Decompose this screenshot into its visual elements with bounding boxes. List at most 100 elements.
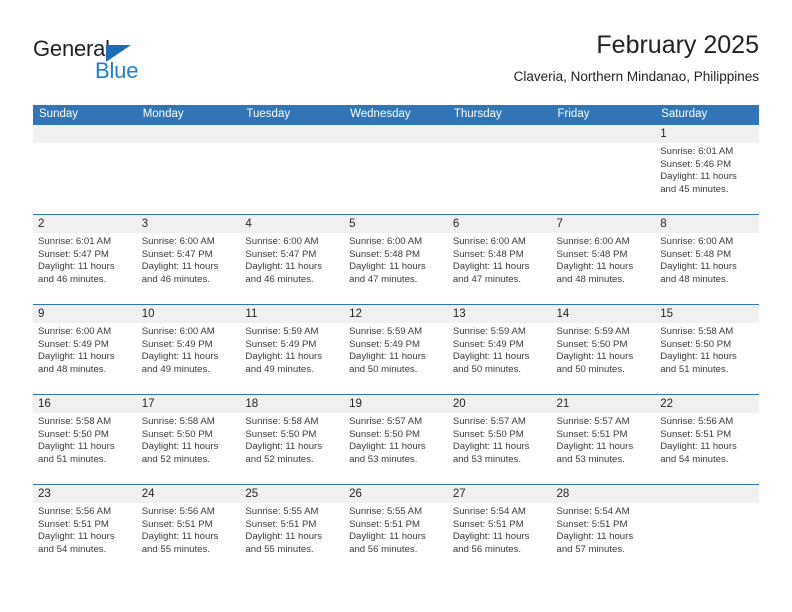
day-cell-details [344, 143, 448, 146]
day-cell-inner: 16 Sunrise: 5:58 AM Sunset: 5:50 PM Dayligh… [33, 395, 137, 484]
day-number: 15 [655, 305, 759, 323]
sunset-text: Sunset: 5:51 PM [38, 518, 109, 530]
calendar-body: 1 Sunrise: 6:01 AM Sunset: 5:46 PM Daylight… [33, 124, 759, 575]
sunset-text: Sunset: 5:51 PM [349, 518, 421, 530]
day-cell-inner: 3 Sunrise: 6:00 AM Sunset: 5:47 PM Daylight… [136, 215, 241, 304]
daylight-text: Daylight: 11 hours and 46 minutes. [38, 261, 115, 285]
daylight-text: Daylight: 11 hours and 53 minutes. [452, 441, 530, 465]
day-cell-inner: 4 Sunrise: 6:00 AM Sunset: 5:47 PM Daylight… [240, 215, 345, 304]
daylight-text: Daylight: 11 hours and 51 minutes. [38, 441, 115, 465]
calendar-day-cell[interactable]: 6 Sunrise: 6:00 AM Sunset: 5:48 PM Daylight… [447, 214, 552, 305]
day-number: 2 [33, 215, 137, 233]
sunset-text: Sunset: 5:48 PM [556, 248, 628, 260]
sunset-text: Sunset: 5:49 PM [38, 338, 109, 350]
general-blue-logo[interactable]: General Blue [33, 36, 253, 92]
calendar-day-cell[interactable]: 21 Sunrise: 5:57 AM Sunset: 5:51 PM Dayligh… [551, 394, 656, 485]
day-cell-inner: 19 Sunrise: 5:57 AM Sunset: 5:50 PM Dayligh… [344, 395, 448, 484]
calendar-day-cell-empty [136, 124, 241, 215]
day-number: 26 [344, 485, 448, 503]
day-cell-details: Sunrise: 5:54 AM Sunset: 5:51 PM Daylight:… [448, 503, 552, 556]
daylight-text: Daylight: 11 hours and 47 minutes. [452, 261, 530, 285]
calendar-day-cell[interactable]: 10 Sunrise: 6:00 AM Sunset: 5:49 PM Dayligh… [136, 304, 241, 395]
day-cell-details [448, 143, 552, 146]
logo-text-blue: Blue [95, 58, 139, 83]
calendar-day-cell[interactable]: 22 Sunrise: 5:56 AM Sunset: 5:51 PM Dayligh… [655, 394, 759, 485]
calendar-day-cell[interactable]: 25 Sunrise: 5:55 AM Sunset: 5:51 PM Dayligh… [240, 484, 345, 575]
calendar-week-row: 23 Sunrise: 5:56 AM Sunset: 5:51 PM Dayligh… [33, 484, 759, 575]
day-number: 11 [240, 305, 345, 323]
page-header: General Blue February 2025 Claveria, Nor… [33, 28, 759, 94]
page-subtitle: Claveria, Northern Mindanao, Philippines [513, 69, 759, 84]
daylight-text: Daylight: 11 hours and 55 minutes. [141, 531, 219, 555]
daylight-text: Daylight: 11 hours and 56 minutes. [349, 531, 426, 555]
day-cell-inner [551, 125, 656, 214]
day-number [447, 125, 552, 143]
sunrise-text: Sunrise: 5:56 AM [141, 506, 215, 517]
day-cell-inner: 25 Sunrise: 5:55 AM Sunset: 5:51 PM Dayligh… [240, 485, 345, 575]
calendar-day-cell[interactable]: 17 Sunrise: 5:58 AM Sunset: 5:50 PM Dayligh… [136, 394, 241, 485]
calendar-day-cell-empty [551, 124, 656, 215]
calendar-day-cell[interactable]: 27 Sunrise: 5:54 AM Sunset: 5:51 PM Dayligh… [447, 484, 552, 575]
calendar-day-cell[interactable]: 28 Sunrise: 5:54 AM Sunset: 5:51 PM Dayligh… [551, 484, 656, 575]
day-cell-details: Sunrise: 5:58 AM Sunset: 5:50 PM Daylight:… [137, 413, 241, 466]
day-number: 1 [655, 125, 759, 143]
calendar-day-cell[interactable]: 14 Sunrise: 5:59 AM Sunset: 5:50 PM Dayligh… [551, 304, 656, 395]
calendar-day-cell[interactable]: 9 Sunrise: 6:00 AM Sunset: 5:49 PM Daylight… [33, 304, 137, 395]
calendar-day-cell[interactable]: 7 Sunrise: 6:00 AM Sunset: 5:48 PM Daylight… [551, 214, 656, 305]
daylight-text: Daylight: 11 hours and 48 minutes. [660, 261, 737, 285]
day-number: 16 [33, 395, 137, 413]
daylight-text: Daylight: 11 hours and 53 minutes. [556, 441, 634, 465]
calendar-day-cell[interactable]: 13 Sunrise: 5:59 AM Sunset: 5:49 PM Dayligh… [447, 304, 552, 395]
day-cell-inner: 2 Sunrise: 6:01 AM Sunset: 5:47 PM Daylight… [33, 215, 137, 304]
daylight-text: Daylight: 11 hours and 45 minutes. [660, 171, 737, 195]
day-number: 8 [655, 215, 759, 233]
weekday-header-row: Sunday Monday Tuesday Wednesday Thursday… [33, 105, 759, 125]
calendar-week-row: 1 Sunrise: 6:01 AM Sunset: 5:46 PM Daylight… [33, 124, 759, 215]
day-number: 20 [447, 395, 552, 413]
calendar-day-cell[interactable]: 24 Sunrise: 5:56 AM Sunset: 5:51 PM Dayligh… [136, 484, 241, 575]
daylight-text: Daylight: 11 hours and 46 minutes. [141, 261, 219, 285]
day-cell-inner: 10 Sunrise: 6:00 AM Sunset: 5:49 PM Dayligh… [136, 305, 241, 394]
day-cell-inner [240, 125, 345, 214]
calendar-day-cell[interactable]: 8 Sunrise: 6:00 AM Sunset: 5:48 PM Daylight… [655, 214, 759, 305]
day-cell-details: Sunrise: 5:54 AM Sunset: 5:51 PM Daylight:… [552, 503, 656, 556]
day-cell-inner: 21 Sunrise: 5:57 AM Sunset: 5:51 PM Dayligh… [551, 395, 656, 484]
calendar-day-cell[interactable]: 26 Sunrise: 5:55 AM Sunset: 5:51 PM Dayligh… [344, 484, 448, 575]
calendar-day-cell[interactable]: 16 Sunrise: 5:58 AM Sunset: 5:50 PM Dayligh… [33, 394, 137, 485]
day-number: 5 [344, 215, 448, 233]
day-number: 17 [136, 395, 241, 413]
day-number: 19 [344, 395, 448, 413]
calendar-day-cell[interactable]: 18 Sunrise: 5:58 AM Sunset: 5:50 PM Dayligh… [240, 394, 345, 485]
day-number: 10 [136, 305, 241, 323]
calendar-day-cell[interactable]: 11 Sunrise: 5:59 AM Sunset: 5:49 PM Dayligh… [240, 304, 345, 395]
day-cell-inner: 12 Sunrise: 5:59 AM Sunset: 5:49 PM Dayligh… [344, 305, 448, 394]
day-cell-inner: 1 Sunrise: 6:01 AM Sunset: 5:46 PM Daylight… [655, 125, 759, 214]
sunrise-text: Sunrise: 6:00 AM [38, 326, 112, 337]
calendar-day-cell[interactable]: 23 Sunrise: 5:56 AM Sunset: 5:51 PM Dayligh… [33, 484, 137, 575]
calendar-day-cell[interactable]: 12 Sunrise: 5:59 AM Sunset: 5:49 PM Dayligh… [344, 304, 448, 395]
day-cell-details: Sunrise: 5:57 AM Sunset: 5:51 PM Daylight:… [552, 413, 656, 466]
daylight-text: Daylight: 11 hours and 52 minutes. [245, 441, 323, 465]
day-cell-details: Sunrise: 5:58 AM Sunset: 5:50 PM Daylight:… [240, 413, 344, 466]
calendar-day-cell[interactable]: 3 Sunrise: 6:00 AM Sunset: 5:47 PM Daylight… [136, 214, 241, 305]
sunset-text: Sunset: 5:50 PM [38, 428, 109, 440]
calendar-day-cell[interactable]: 20 Sunrise: 5:57 AM Sunset: 5:50 PM Dayligh… [447, 394, 552, 485]
calendar-day-cell[interactable]: 1 Sunrise: 6:01 AM Sunset: 5:46 PM Daylight… [655, 124, 759, 215]
sunset-text: Sunset: 5:50 PM [660, 338, 732, 350]
calendar-day-cell[interactable]: 4 Sunrise: 6:00 AM Sunset: 5:47 PM Daylight… [240, 214, 345, 305]
calendar-day-cell[interactable]: 2 Sunrise: 6:01 AM Sunset: 5:47 PM Daylight… [33, 214, 137, 305]
day-cell-details [137, 143, 241, 146]
calendar-day-cell-empty [33, 124, 137, 215]
sunrise-text: Sunrise: 5:59 AM [245, 326, 319, 337]
day-number: 18 [240, 395, 345, 413]
day-cell-inner: 11 Sunrise: 5:59 AM Sunset: 5:49 PM Dayligh… [240, 305, 345, 394]
day-cell-details: Sunrise: 6:00 AM Sunset: 5:48 PM Daylight:… [344, 233, 448, 286]
weekday-header-friday: Friday [551, 105, 656, 125]
day-number [551, 125, 656, 143]
sunset-text: Sunset: 5:51 PM [556, 518, 628, 530]
daylight-text: Daylight: 11 hours and 49 minutes. [141, 351, 219, 375]
calendar-page: General Blue February 2025 Claveria, Nor… [0, 0, 792, 612]
calendar-day-cell[interactable]: 5 Sunrise: 6:00 AM Sunset: 5:48 PM Daylight… [344, 214, 448, 305]
calendar-day-cell[interactable]: 19 Sunrise: 5:57 AM Sunset: 5:50 PM Dayligh… [344, 394, 448, 485]
calendar-day-cell[interactable]: 15 Sunrise: 5:58 AM Sunset: 5:50 PM Dayligh… [655, 304, 759, 395]
